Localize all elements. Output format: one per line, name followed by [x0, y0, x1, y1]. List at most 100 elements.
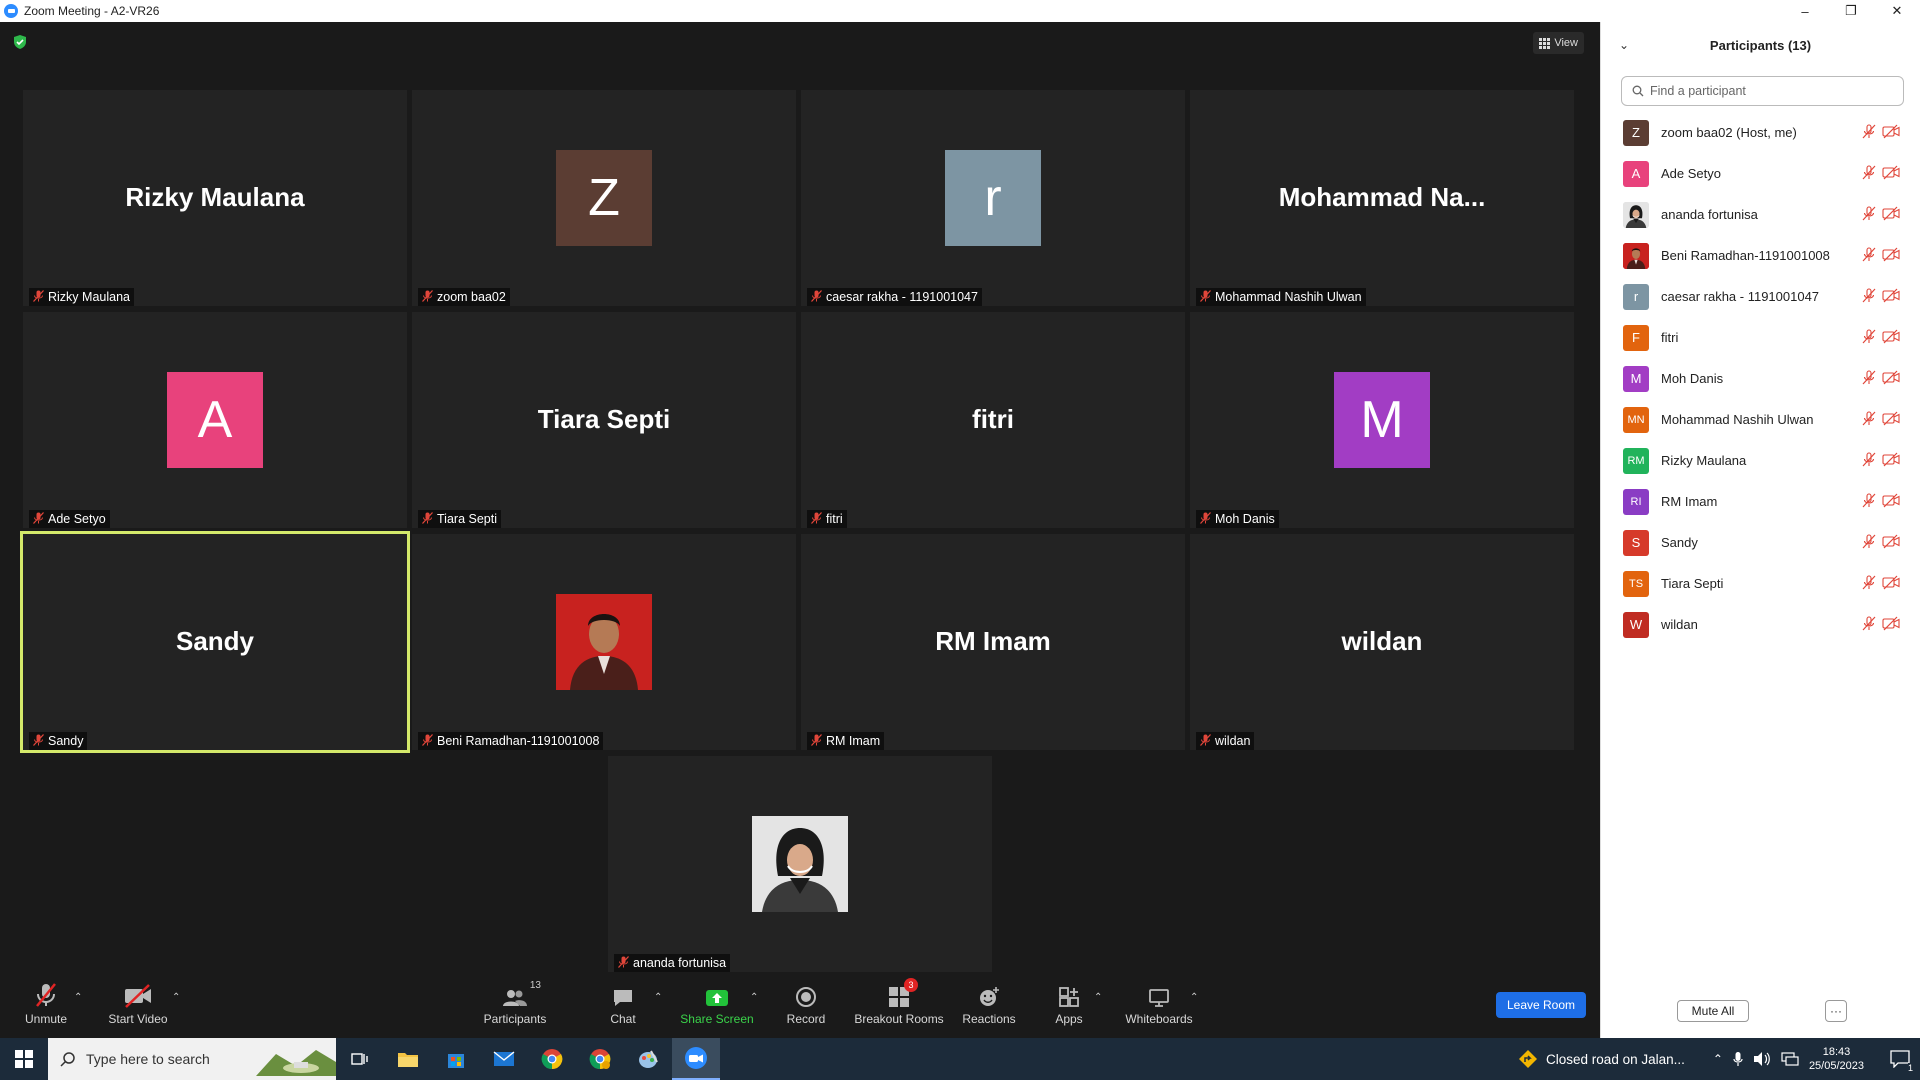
camera-off-icon[interactable]	[1882, 329, 1900, 349]
video-tile[interactable]: Rizky Maulana Rizky Maulana	[23, 90, 407, 306]
chrome-profile-button[interactable]	[576, 1038, 624, 1080]
taskbar-search-box[interactable]: Type here to search	[48, 1038, 336, 1080]
speaker-icon[interactable]	[1753, 1051, 1771, 1067]
participant-row[interactable]: RM Rizky Maulana	[1601, 440, 1920, 481]
minimize-button[interactable]: –	[1782, 0, 1828, 22]
network-icon[interactable]	[1781, 1052, 1799, 1066]
mic-off-icon[interactable]	[1862, 534, 1876, 554]
video-tile[interactable]: A Ade Setyo	[23, 312, 407, 528]
participant-row[interactable]: A Ade Setyo	[1601, 153, 1920, 194]
participant-row[interactable]: Zzoom baa02 (Host, me)	[1601, 112, 1920, 153]
mic-off-icon[interactable]	[1862, 206, 1876, 226]
leave-room-button[interactable]: Leave Room	[1496, 992, 1586, 1018]
apps-button[interactable]: Apps	[1054, 980, 1084, 1026]
participant-row[interactable]: ananda fortunisa	[1601, 194, 1920, 235]
camera-off-icon[interactable]	[1882, 124, 1900, 144]
video-tile[interactable]: Sandy Sandy	[20, 531, 410, 753]
camera-off-icon[interactable]	[1882, 370, 1900, 390]
share-options-caret-icon[interactable]: ⌃	[750, 992, 758, 1003]
participant-row[interactable]: TS Tiara Septi	[1601, 563, 1920, 604]
video-tile[interactable]: Mohammad Na... Mohammad Nashih Ulwan	[1190, 90, 1574, 306]
participant-row[interactable]: Beni Ramadhan-1191001008	[1601, 235, 1920, 276]
avatar-initials: RM	[1627, 454, 1645, 467]
windows-start-button[interactable]	[0, 1038, 48, 1080]
mic-off-icon[interactable]	[1862, 165, 1876, 185]
camera-off-icon[interactable]	[1882, 493, 1900, 513]
news-widget[interactable]: Closed road on Jalan...	[1518, 1049, 1685, 1069]
mic-off-icon[interactable]	[1862, 329, 1876, 349]
camera-off-icon[interactable]	[1882, 534, 1900, 554]
video-tile[interactable]: r caesar rakha - 1191001047	[801, 90, 1185, 306]
collapse-chevron-icon[interactable]: ⌄	[1619, 38, 1629, 52]
mic-off-icon[interactable]	[1862, 575, 1876, 595]
participants-button[interactable]: 13 Participants	[480, 980, 550, 1026]
zoom-taskbar-button[interactable]	[672, 1038, 720, 1080]
video-tile[interactable]: ananda fortunisa	[608, 756, 992, 972]
tile-name-label: wildan	[1196, 732, 1255, 750]
close-button[interactable]: ✕	[1874, 0, 1920, 22]
task-view-button[interactable]	[336, 1038, 384, 1080]
video-tile[interactable]: Zzoom baa02	[412, 90, 796, 306]
participant-row[interactable]: Wwildan	[1601, 604, 1920, 645]
participant-row[interactable]: r caesar rakha - 1191001047	[1601, 276, 1920, 317]
more-options-button[interactable]: ···	[1825, 1000, 1847, 1022]
whiteboards-button[interactable]: Whiteboards	[1124, 980, 1194, 1026]
record-button[interactable]: Record	[786, 980, 826, 1026]
camera-off-icon[interactable]	[1882, 165, 1900, 185]
camera-off-icon[interactable]	[1882, 575, 1900, 595]
start-video-button[interactable]: Start Video	[108, 980, 168, 1026]
store-button[interactable]	[432, 1038, 480, 1080]
mic-off-icon[interactable]	[1862, 411, 1876, 431]
unmute-button[interactable]: Unmute	[22, 980, 70, 1026]
video-tile[interactable]: Beni Ramadhan-1191001008	[412, 534, 796, 750]
file-explorer-button[interactable]	[384, 1038, 432, 1080]
participant-search-input[interactable]: Find a participant	[1621, 76, 1904, 106]
camera-off-icon[interactable]	[1882, 616, 1900, 636]
apps-options-caret-icon[interactable]: ⌃	[1094, 992, 1102, 1003]
video-tile[interactable]: Tiara Septi Tiara Septi	[412, 312, 796, 528]
paint-app-button[interactable]	[624, 1038, 672, 1080]
participant-row[interactable]: M Moh Danis	[1601, 358, 1920, 399]
mute-all-button[interactable]: Mute All	[1677, 1000, 1749, 1022]
mic-off-icon[interactable]	[1862, 124, 1876, 144]
share-screen-button[interactable]: Share Screen	[680, 980, 754, 1026]
reactions-button[interactable]: Reactions	[962, 980, 1016, 1026]
chat-button[interactable]: Chat	[608, 980, 638, 1026]
mic-off-icon[interactable]	[1862, 616, 1876, 636]
participant-row[interactable]: S Sandy	[1601, 522, 1920, 563]
video-options-caret-icon[interactable]: ⌃	[172, 992, 180, 1003]
chrome-button[interactable]	[528, 1038, 576, 1080]
participant-name: Ade Setyo	[1661, 166, 1721, 181]
breakout-rooms-button[interactable]: 3 Breakout Rooms	[854, 978, 944, 1026]
audio-options-caret-icon[interactable]: ⌃	[74, 992, 82, 1003]
video-tile[interactable]: wildan wildan	[1190, 534, 1574, 750]
mic-off-icon[interactable]	[1862, 247, 1876, 267]
mic-off-icon[interactable]	[1862, 288, 1876, 308]
mic-off-icon[interactable]	[1862, 452, 1876, 472]
mail-button[interactable]	[480, 1038, 528, 1080]
microphone-tray-icon[interactable]	[1733, 1051, 1743, 1067]
chat-options-caret-icon[interactable]: ⌃	[654, 992, 662, 1003]
mic-off-icon[interactable]	[1862, 493, 1876, 513]
mic-off-icon[interactable]	[1862, 370, 1876, 390]
notifications-button[interactable]: 1	[1880, 1038, 1920, 1080]
camera-off-icon[interactable]	[1882, 247, 1900, 267]
view-button[interactable]: View	[1533, 32, 1584, 54]
folder-icon	[398, 1053, 418, 1067]
tile-name: Mohammad Nashih Ulwan	[1215, 290, 1362, 304]
video-tile[interactable]: fitri fitri	[801, 312, 1185, 528]
camera-off-icon[interactable]	[1882, 206, 1900, 226]
video-tile[interactable]: M Moh Danis	[1190, 312, 1574, 528]
security-shield-icon[interactable]	[12, 34, 28, 50]
taskbar-clock[interactable]: 18:43 25/05/2023	[1809, 1045, 1864, 1073]
video-tile[interactable]: RM Imam RM Imam	[801, 534, 1185, 750]
camera-off-icon[interactable]	[1882, 288, 1900, 308]
restore-button[interactable]: ❐	[1828, 0, 1874, 22]
camera-off-icon[interactable]	[1882, 411, 1900, 431]
whiteboards-options-caret-icon[interactable]: ⌃	[1190, 992, 1198, 1003]
camera-off-icon[interactable]	[1882, 452, 1900, 472]
participant-row[interactable]: Ffitri	[1601, 317, 1920, 358]
tray-overflow-chevron-icon[interactable]: ⌃	[1713, 1052, 1723, 1066]
participant-row[interactable]: MN Mohammad Nashih Ulwan	[1601, 399, 1920, 440]
participant-row[interactable]: RI RM Imam	[1601, 481, 1920, 522]
